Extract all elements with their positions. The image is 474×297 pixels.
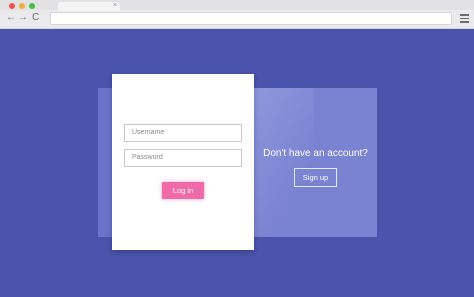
- address-bar[interactable]: [50, 12, 452, 25]
- signup-panel: [254, 88, 377, 237]
- browser-tab[interactable]: ×: [58, 2, 120, 11]
- forward-arrow-icon[interactable]: →: [18, 13, 28, 23]
- signup-prompt: Don't have an account?: [263, 148, 368, 159]
- menu-icon[interactable]: [460, 14, 469, 23]
- reload-icon[interactable]: C: [32, 13, 39, 23]
- window-close-dot[interactable]: [9, 3, 15, 9]
- browser-chrome: × ← → C: [0, 0, 474, 29]
- close-icon[interactable]: ×: [113, 1, 117, 10]
- window-maximize-dot[interactable]: [29, 3, 35, 9]
- signup-button[interactable]: Sign up: [294, 168, 337, 187]
- back-arrow-icon[interactable]: ←: [6, 13, 16, 23]
- panel-glow: [254, 88, 314, 237]
- login-button[interactable]: Log in: [162, 182, 204, 199]
- username-field[interactable]: Username: [124, 124, 242, 142]
- login-card: Username Password Log in: [112, 74, 254, 250]
- window-minimize-dot[interactable]: [19, 3, 25, 9]
- password-field[interactable]: Password: [124, 149, 242, 167]
